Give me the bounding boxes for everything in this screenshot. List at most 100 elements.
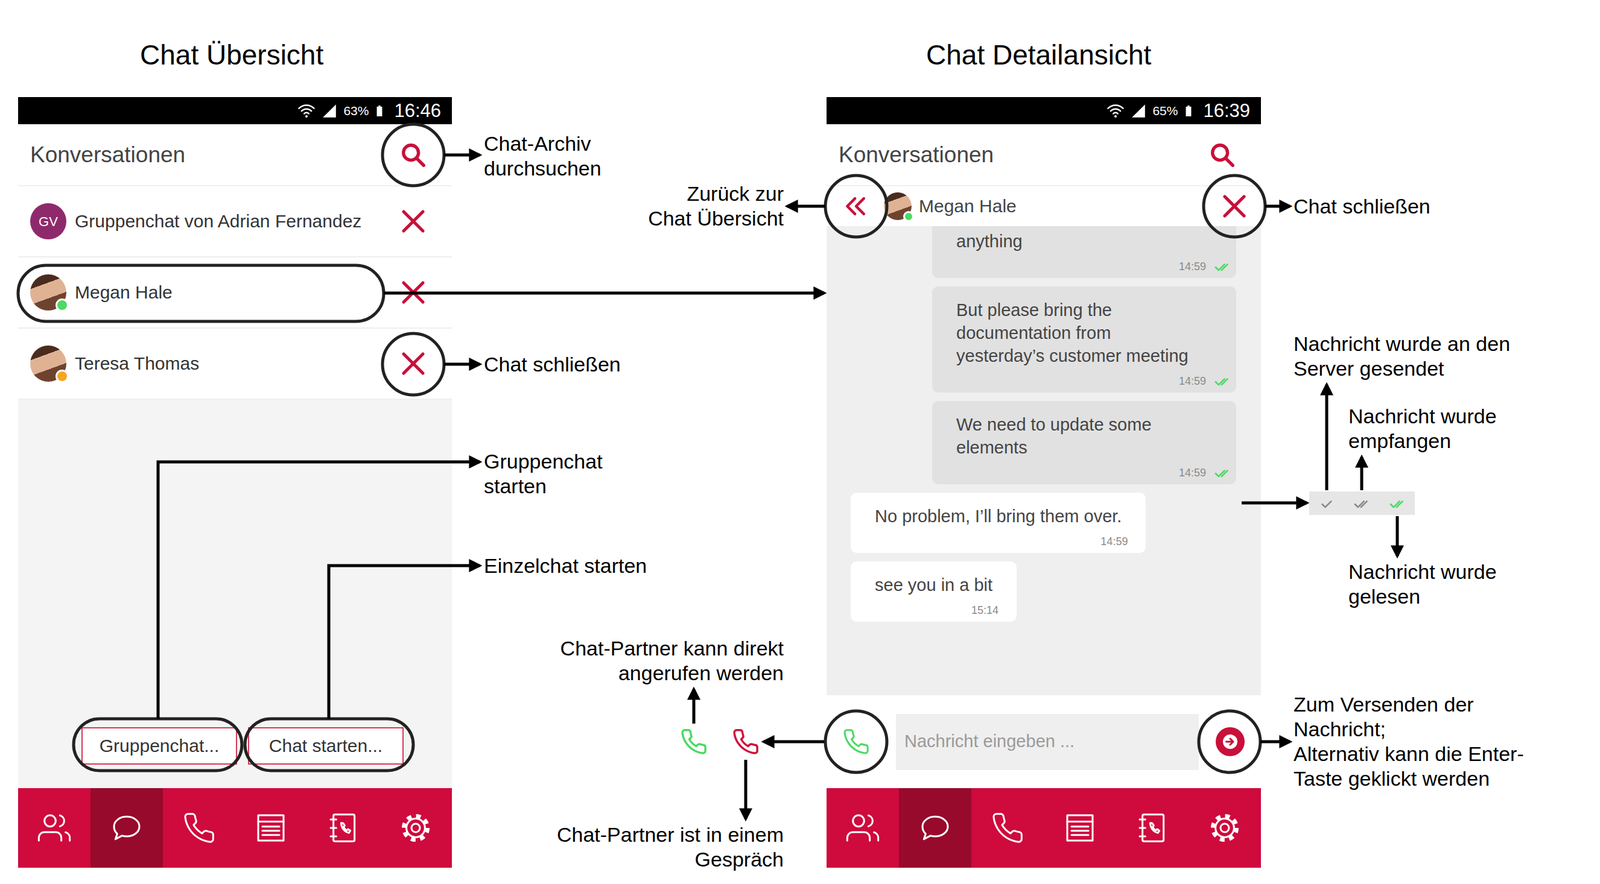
nav-tab[interactable] <box>1116 788 1189 869</box>
header-title: Konversationen <box>30 141 186 169</box>
message-text: No problem, I’ll bring them over. <box>874 504 1122 528</box>
send-arrow-icon <box>1215 727 1245 757</box>
message-text: anything <box>956 229 1200 253</box>
close-x-icon[interactable] <box>398 206 428 236</box>
conversation-row[interactable]: GVGruppenchat von Adrian Fernandez <box>18 186 452 258</box>
chat-bubble-icon <box>918 811 953 846</box>
annotation-label: Chat-Partner ist in einem Gespräch <box>556 822 784 873</box>
nav-tab[interactable] <box>826 788 899 869</box>
battery-level: 65% <box>1152 103 1178 119</box>
chat-message: No problem, I’ll bring them over.14:59 <box>850 492 1146 554</box>
chat-message: anything 14:59 <box>932 226 1237 279</box>
close-x-icon[interactable] <box>398 278 428 308</box>
nav-tab[interactable] <box>234 788 308 869</box>
status-bar: 63% 16:46 <box>18 97 452 125</box>
chat-message: But please bring the documentation from … <box>932 286 1237 393</box>
message-text: But please bring the documentation from … <box>956 298 1200 368</box>
nav-tab[interactable] <box>1188 788 1261 869</box>
clock: 16:46 <box>393 100 442 122</box>
check-marks-icon <box>1213 260 1232 274</box>
signal-icon <box>321 103 338 119</box>
nav-tab[interactable] <box>379 788 452 869</box>
status-bar: 65%16:39 <box>826 97 1261 125</box>
battery-icon <box>1183 104 1194 118</box>
address-book-icon <box>1135 811 1170 846</box>
presence-dot <box>55 369 69 384</box>
chat-message: We need to update some elements 14:59 <box>932 401 1237 485</box>
annotation-label: Chat schließen <box>483 352 621 378</box>
message-text: We need to update some elements <box>956 413 1200 460</box>
phone-icon <box>182 811 216 846</box>
phone-icon <box>731 728 760 756</box>
nav-tab[interactable] <box>90 788 163 869</box>
annotation-label: Nachricht wurde an den Server gesendet <box>1293 331 1511 382</box>
call-button[interactable] <box>826 714 886 771</box>
header-title: Konversationen <box>838 141 994 169</box>
battery-icon <box>374 104 385 118</box>
composer <box>826 695 1261 789</box>
message-input[interactable] <box>895 714 1199 771</box>
check-mark-legend <box>1309 491 1415 516</box>
chat-message: see you in a bit 15:14 <box>850 561 1017 623</box>
message-time: 14:59 <box>1178 260 1207 274</box>
nav-tab[interactable] <box>307 788 380 869</box>
composer-row <box>826 714 1261 771</box>
news-icon <box>253 811 288 846</box>
presence-dot <box>903 211 915 223</box>
battery-level: 63% <box>343 103 369 119</box>
nav-tab[interactable] <box>898 788 972 869</box>
nav-tab[interactable] <box>1043 788 1117 869</box>
message-time: 14:59 <box>1178 466 1207 480</box>
nav-tab[interactable] <box>971 788 1044 869</box>
message-list: anything 14:59 But please bring the docume… <box>826 226 1261 696</box>
avatar <box>30 345 67 382</box>
message-text: see you in a bit <box>874 573 993 597</box>
signal-icon <box>1130 103 1147 119</box>
nav-tab[interactable] <box>18 788 91 869</box>
annotation-label: Chat schließen <box>1293 194 1431 220</box>
check-marks-icon <box>1213 374 1232 388</box>
phone-icon <box>842 728 870 756</box>
conversation-name: Megan Hale <box>74 281 399 304</box>
close-x-icon[interactable] <box>1219 191 1249 221</box>
start-chat-button[interactable]: Gruppenchat... <box>81 727 238 766</box>
start-chat-button[interactable]: Chat starten... <box>247 727 404 766</box>
double-chevron-left-icon[interactable] <box>842 193 870 220</box>
wifi-icon <box>297 103 316 119</box>
search-icon[interactable] <box>399 141 428 169</box>
chat-header: Megan Hale <box>826 186 1261 227</box>
send-button[interactable] <box>1198 714 1261 771</box>
gear-icon <box>1207 811 1242 846</box>
news-icon <box>1063 811 1097 846</box>
check-marks-icon <box>1388 497 1407 511</box>
message-time: 14:59 <box>1178 374 1207 388</box>
wifi-icon <box>1106 103 1125 119</box>
annotation-label: Gruppenchat starten <box>483 449 603 499</box>
bottom-nav <box>826 788 1261 869</box>
nav-tab[interactable] <box>162 788 236 869</box>
annotation-label: Zurück zur Chat Übersicht <box>647 181 784 232</box>
avatar <box>30 274 67 311</box>
conversation-row[interactable]: Megan Hale <box>18 257 452 329</box>
chat-bubble-icon <box>109 811 144 846</box>
conversation-row[interactable]: Teresa Thomas <box>18 328 452 400</box>
search-icon[interactable] <box>1208 141 1237 169</box>
annotation-label: Nachricht wurde gelesen <box>1348 559 1497 610</box>
message-time: 15:14 <box>971 603 999 618</box>
section-title: Chat Detailansicht <box>926 38 1152 72</box>
gear-icon <box>398 811 433 846</box>
check-marks-icon <box>1317 497 1336 511</box>
close-x-icon[interactable] <box>398 349 428 379</box>
conversation-name: Teresa Thomas <box>74 352 399 375</box>
bottom-nav <box>18 788 452 869</box>
chat-detail-screen: 65%16:39 Konversationen Megan Haleanything… <box>826 97 1261 869</box>
presence-dot <box>55 298 69 312</box>
message-footer: 15:14 <box>874 596 999 618</box>
contacts-icon <box>845 811 880 846</box>
check-marks-icon <box>1317 497 1336 511</box>
app-header: Konversationen <box>826 124 1261 187</box>
check-marks-icon <box>1388 497 1407 511</box>
phone-icon <box>679 728 708 756</box>
section-title: Chat Übersicht <box>139 38 324 72</box>
annotation-label: Chat-Archiv durchsuchen <box>483 131 602 181</box>
